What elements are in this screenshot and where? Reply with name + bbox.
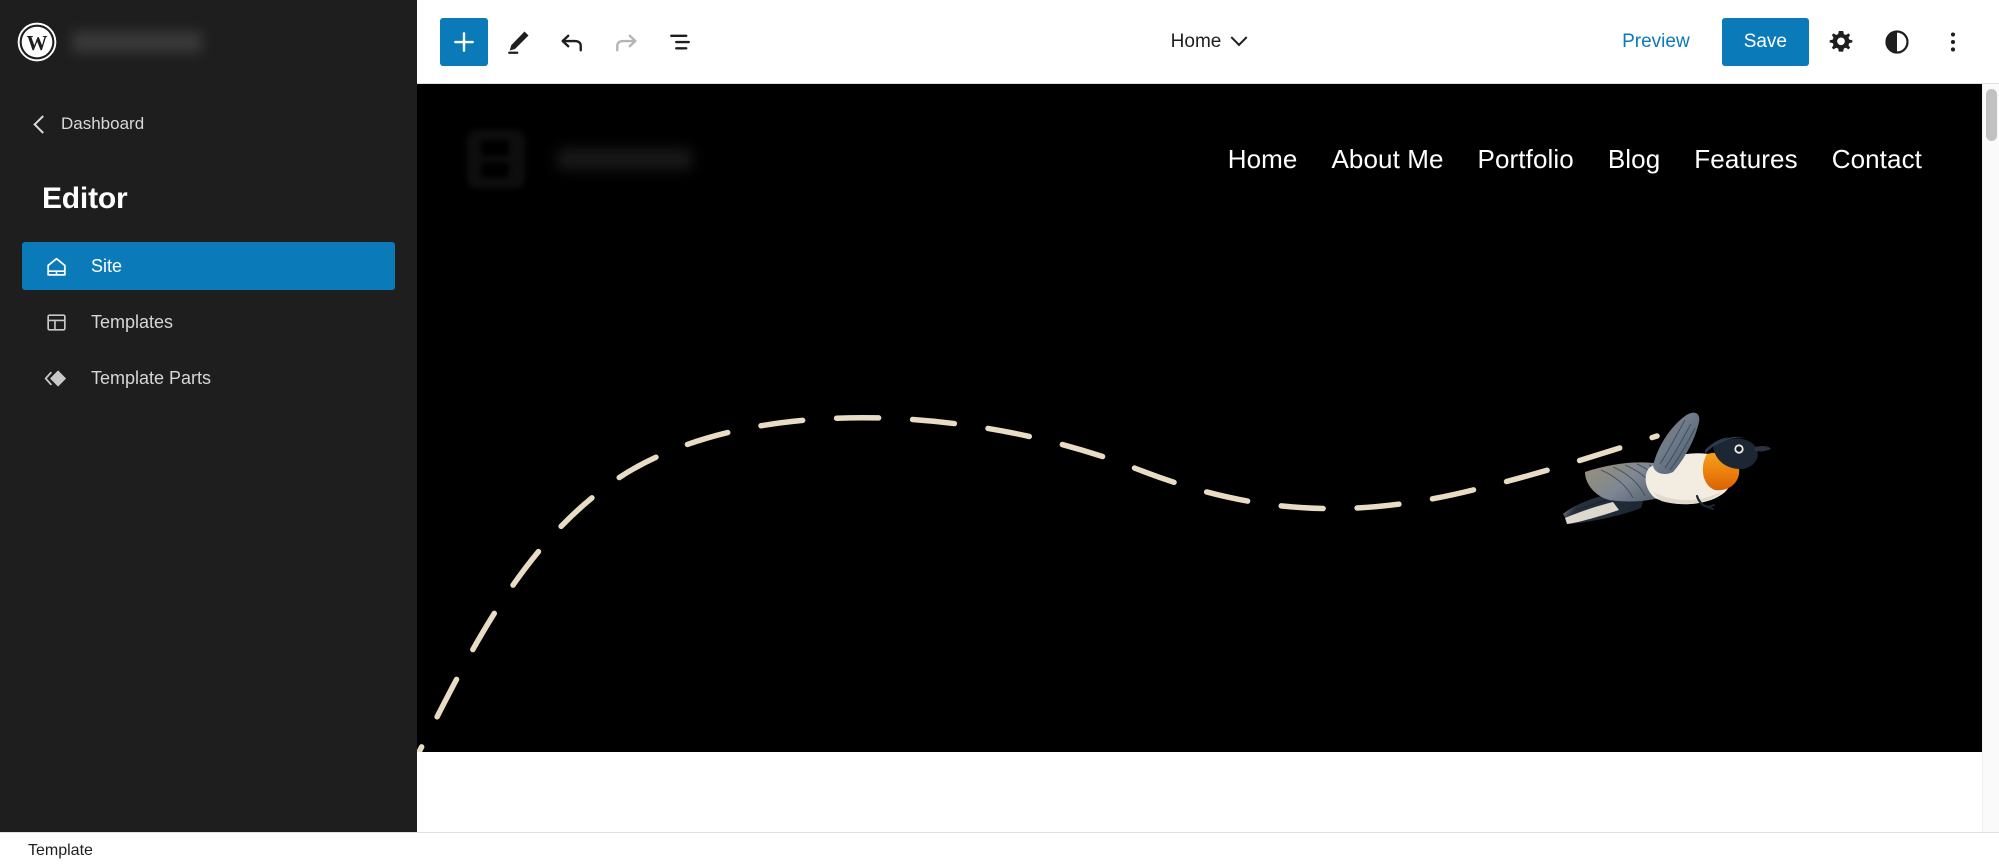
site-editor-app: W Dashboard Editor Site Templates Templa… <box>0 0 1999 868</box>
redo-icon <box>616 34 637 51</box>
nav-link-features[interactable]: Features <box>1694 144 1797 175</box>
three-dots-vertical-icon <box>1950 32 1956 52</box>
sidebar-item-label-templates: Templates <box>91 311 174 332</box>
sidebar-item-label-site: Site <box>91 255 123 276</box>
wordpress-logo-icon[interactable]: W <box>16 21 58 63</box>
site-header: Home About Me Portfolio Blog Features Co… <box>417 84 1982 188</box>
site-branding[interactable] <box>467 130 692 188</box>
toolbar-right-group: Preview Save <box>1608 0 1977 84</box>
nav-link-home[interactable]: Home <box>1228 144 1298 175</box>
toolbar-left-group <box>417 17 704 66</box>
sidebar-item-template-parts[interactable]: Template Parts <box>22 354 395 402</box>
sidebar-item-label-template-parts: Template Parts <box>91 367 212 388</box>
editor-toolbar: Home Preview Save <box>417 0 1999 84</box>
home-icon <box>47 257 66 276</box>
nav-link-blog[interactable]: Blog <box>1608 144 1660 175</box>
document-title-button[interactable]: Home <box>1159 23 1258 61</box>
editor-footer: Template <box>0 832 1999 868</box>
hero-section[interactable]: Home About Me Portfolio Blog Features Co… <box>417 84 1982 752</box>
footer-template-label: Template <box>28 841 93 859</box>
chevron-down-icon <box>1230 29 1248 47</box>
back-to-dashboard-link[interactable]: Dashboard <box>33 106 145 142</box>
chevron-left-icon <box>33 114 52 134</box>
site-title-redacted <box>557 149 692 169</box>
sidebar-header: W <box>0 0 417 84</box>
site-navigation: Home About Me Portfolio Blog Features Co… <box>1228 144 1922 175</box>
pencil-icon <box>508 31 529 54</box>
site-logo-icon[interactable] <box>467 130 525 188</box>
list-view-button[interactable] <box>656 18 704 66</box>
bird-illustration <box>1563 412 1771 524</box>
options-button[interactable] <box>1929 18 1977 66</box>
canvas-scrollbar-thumb[interactable] <box>1986 89 1997 141</box>
canvas-wrapper: Home About Me Portfolio Blog Features Co… <box>417 84 1999 868</box>
sidebar-item-site[interactable]: Site <box>22 242 395 290</box>
contrast-icon <box>1885 30 1909 54</box>
list-view-icon <box>670 34 690 49</box>
edit-tool-button[interactable] <box>494 18 542 66</box>
redo-button[interactable] <box>602 18 650 66</box>
editor-sidebar: W Dashboard Editor Site Templates Templa… <box>0 0 417 832</box>
canvas-scrollbar[interactable] <box>1982 84 1999 868</box>
undo-button[interactable] <box>548 18 596 66</box>
styles-button[interactable] <box>1873 18 1921 66</box>
sidebar-item-templates[interactable]: Templates <box>22 298 395 346</box>
plus-icon <box>454 31 474 52</box>
preview-button[interactable]: Preview <box>1608 21 1704 63</box>
editor-main: Home Preview Save Home About Me Portfoli… <box>417 0 1999 868</box>
site-preview-canvas[interactable]: Home About Me Portfolio Blog Features Co… <box>417 84 1982 868</box>
sidebar-site-name-redacted <box>72 31 202 53</box>
nav-link-portfolio[interactable]: Portfolio <box>1478 144 1574 175</box>
nav-link-about-me[interactable]: About Me <box>1331 144 1443 175</box>
settings-button[interactable] <box>1817 18 1865 66</box>
document-title-label: Home <box>1170 31 1222 52</box>
save-button[interactable]: Save <box>1721 18 1809 66</box>
layout-icon <box>47 313 66 331</box>
nav-link-contact[interactable]: Contact <box>1832 144 1922 175</box>
back-to-dashboard-label: Dashboard <box>61 114 145 133</box>
template-parts-icon <box>44 369 67 387</box>
undo-icon <box>561 34 582 51</box>
editor-heading: Editor <box>42 182 128 215</box>
gear-icon <box>1829 31 1853 52</box>
svg-text:W: W <box>27 31 48 55</box>
add-block-button[interactable] <box>440 17 488 66</box>
sidebar-nav-list: Site Templates Template Parts <box>0 242 417 402</box>
